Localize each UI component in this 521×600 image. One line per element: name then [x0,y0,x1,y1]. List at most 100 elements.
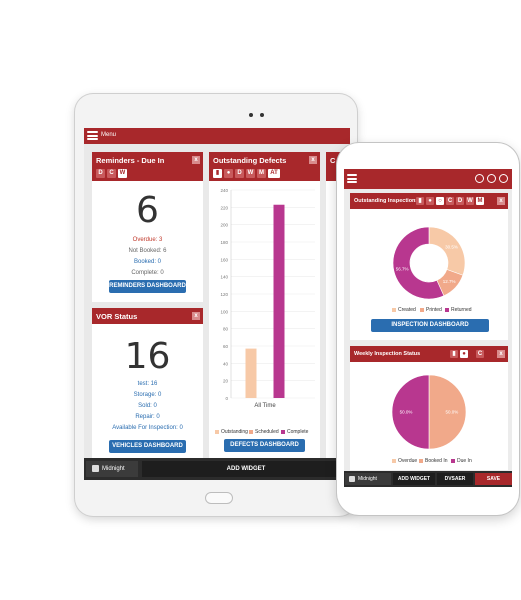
defects-header: Outstanding Defects x ▮ ● D W M AT [209,152,320,181]
donut-chart-icon[interactable]: ○ [436,197,444,205]
add-widget-button[interactable]: ADD WIDGET [393,473,435,485]
defects-dashboard-button[interactable]: DEFECTS DASHBOARD [224,439,305,452]
defects-bar-chart: 0 20 40 60 80 100 120 140 160 180 200 220 240 All Ti… [220,188,315,409]
theme-selector[interactable]: Midnight [86,461,138,477]
vor-item[interactable]: Storage: 0 [92,392,203,398]
power-icon[interactable] [499,174,508,183]
slice-label: 30.5% [445,245,458,250]
menu-icon[interactable] [347,174,357,183]
weekly-title: Weekly Inspection Status [354,351,421,357]
vor-status-widget: VOR Status x 16 test: 16 Storage: 0 Sold… [92,308,203,460]
y-tick-label: 240 [220,188,228,193]
user-icon[interactable] [475,174,484,183]
day-toggle[interactable]: D [235,169,244,178]
dvsaer-button[interactable]: DVSAER [437,473,473,485]
y-tick-label: 40 [223,361,229,366]
close-icon[interactable]: x [192,156,200,164]
bar-complete[interactable] [273,204,285,398]
legend-overdue[interactable]: Overdue [392,458,417,464]
save-button[interactable]: SAVE [475,473,512,485]
vor-item[interactable]: test: 16 [92,381,203,387]
day-toggle[interactable]: D [456,197,464,205]
phone-top-nav [344,169,512,189]
inspections-title: Outstanding Inspections [354,198,419,204]
close-icon[interactable]: x [192,312,200,320]
tablet-screen: Menu Reminders - Due In x D C W 6 Overdu… [84,128,350,480]
menu-icon[interactable] [87,131,98,140]
month-toggle[interactable]: M [476,197,484,205]
inspections-header: Outstanding Inspections ▮ ● ○ C D W M x [350,193,508,209]
legend-booked-in[interactable]: Booked In [419,458,448,464]
reminders-title: Reminders - Due In [96,156,165,165]
legend-scheduled[interactable]: Scheduled [249,429,279,435]
day-toggle[interactable]: D [96,169,105,178]
y-tick-label: 60 [223,344,229,349]
pie-chart-icon[interactable]: ● [460,350,468,358]
all-time-toggle[interactable]: AT [268,169,280,178]
legend-printed[interactable]: Printed [420,307,442,313]
week-toggle[interactable]: W [118,169,127,178]
inspection-dashboard-button[interactable]: INSPECTION DASHBOARD [371,319,489,332]
not-booked-stat[interactable]: Not Booked: 6 [92,248,203,254]
tablet-bottom-bar: Midnight ADD WIDGET [84,458,350,480]
overdue-stat[interactable]: Overdue: 3 [92,237,203,243]
tablet-home-button[interactable] [205,492,233,504]
vehicles-dashboard-button[interactable]: VEHICLES DASHBOARD [109,440,186,453]
vor-item[interactable]: Available For Inspection: 0 [92,425,203,431]
inspections-donut-chart: 30.5% 12.7% 56.7% [392,226,466,300]
week-toggle[interactable]: W [246,169,255,178]
y-tick-label: 140 [220,275,228,280]
slice-created[interactable] [428,226,466,276]
phone-screen: Outstanding Inspections ▮ ● ○ C D W M x … [344,169,512,487]
legend-complete[interactable]: Complete [281,429,308,435]
weekly-inspection-status-widget: Weekly Inspection Status ▮ ● C x 50.0% 50… [350,346,508,470]
week-toggle[interactable]: W [466,197,474,205]
clock-icon[interactable] [487,174,496,183]
y-tick-label: 20 [223,379,229,384]
bar-chart-icon[interactable]: ▮ [213,169,222,178]
close-icon[interactable]: x [309,156,317,164]
y-tick-label: 120 [220,292,228,297]
y-tick-label: 0 [225,396,228,401]
slice-label: 12.7% [443,279,456,284]
paint-roller-icon [92,465,99,472]
top-nav-bar: Menu [84,128,350,144]
tablet-camera [249,113,253,117]
legend-outstanding[interactable]: Outstanding [215,429,248,435]
legend-returned[interactable]: Returned [445,307,472,313]
outstanding-inspections-widget: Outstanding Inspections ▮ ● ○ C D W M x … [350,193,508,340]
custom-toggle[interactable]: C [107,169,116,178]
vor-item[interactable]: Repair: 0 [92,414,203,420]
add-widget-button[interactable]: ADD WIDGET [142,461,350,477]
y-tick-label: 200 [220,223,228,228]
theme-selector[interactable]: Midnight [345,473,391,485]
vor-item[interactable]: Sold: 0 [92,403,203,409]
theme-label: Midnight [102,466,125,472]
legend-created[interactable]: Created [392,307,416,313]
y-tick-label: 80 [223,327,229,332]
weekly-header: Weekly Inspection Status ▮ ● C x [350,346,508,362]
slice-label: 50.0% [400,410,413,415]
phone-bottom-bar: Midnight ADD WIDGET DVSAER SAVE [344,471,512,487]
outstanding-defects-widget: Outstanding Defects x ▮ ● D W M AT 0 20 40… [209,152,320,458]
month-toggle[interactable]: M [257,169,266,178]
bar-outstanding[interactable] [245,348,257,398]
complete-stat[interactable]: Complete: 0 [92,270,203,276]
pie-chart-icon[interactable]: ● [426,197,434,205]
third-widget-title-fragment: C [330,156,336,165]
y-tick-label: 220 [220,205,228,210]
reminders-widget: Reminders - Due In x D C W 6 Overdue: 3 … [92,152,203,302]
tablet-sensor [260,113,264,117]
custom-toggle[interactable]: C [476,350,484,358]
pie-chart-icon[interactable]: ● [224,169,233,178]
close-icon[interactable]: x [497,197,505,205]
y-tick-label: 100 [220,309,228,314]
slice-label: 50.0% [446,410,459,415]
bar-chart-icon[interactable]: ▮ [450,350,458,358]
custom-toggle[interactable]: C [446,197,454,205]
booked-stat[interactable]: Booked: 0 [92,259,203,265]
close-icon[interactable]: x [497,350,505,358]
bar-chart-icon[interactable]: ▮ [416,197,424,205]
legend-due-in[interactable]: Due In [451,458,472,464]
reminders-dashboard-button[interactable]: REMINDERS DASHBOARD [109,280,186,293]
